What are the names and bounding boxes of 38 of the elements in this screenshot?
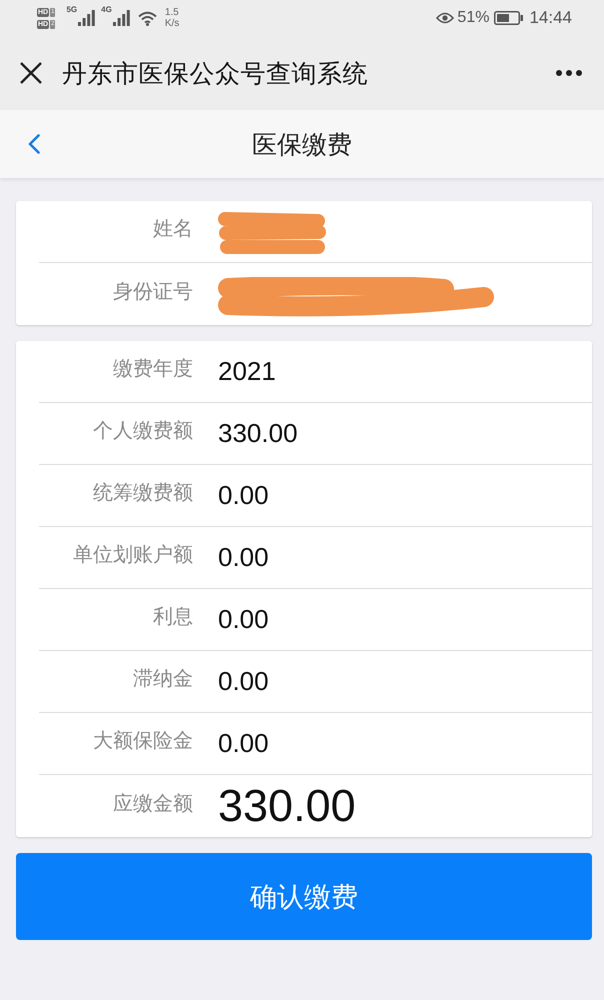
network-speed: 1.5 bbox=[164, 7, 180, 18]
field-value: 330.00 bbox=[218, 418, 298, 449]
window-title: 丹东市医保公众号查询系统 bbox=[62, 58, 369, 90]
eye-icon bbox=[436, 12, 454, 24]
more-icon bbox=[556, 70, 582, 76]
close-button[interactable] bbox=[20, 62, 42, 84]
field-value: 0.00 bbox=[218, 728, 269, 759]
field-value: 0.00 bbox=[218, 666, 269, 697]
field-label: 统筹缴费额 bbox=[92, 481, 193, 506]
battery-percent: 51% bbox=[457, 9, 490, 27]
field-label: 大额保险金 bbox=[92, 729, 193, 754]
field-label: 单位划账户额 bbox=[72, 543, 193, 568]
close-icon bbox=[20, 62, 42, 84]
network-type-label: 4G bbox=[101, 6, 112, 14]
total-amount: 330.00 bbox=[218, 780, 356, 832]
network-type-label: 5G bbox=[66, 6, 78, 14]
field-value: 0.00 bbox=[218, 480, 269, 511]
page-title: 医保缴费 bbox=[252, 130, 352, 160]
field-label: 滞纳金 bbox=[132, 667, 193, 692]
field-value: 0.00 bbox=[218, 604, 269, 635]
confirm-payment-button[interactable]: 确认缴费 bbox=[16, 853, 592, 940]
field-label: 姓名 bbox=[152, 217, 193, 242]
field-label: 身份证号 bbox=[112, 280, 193, 304]
clock-time: 14:44 bbox=[529, 8, 572, 28]
battery-icon bbox=[494, 11, 524, 25]
field-label: 利息 bbox=[152, 605, 193, 630]
signal-icon bbox=[78, 10, 96, 26]
back-button[interactable] bbox=[28, 134, 40, 154]
field-value: 0.00 bbox=[218, 542, 269, 573]
network-speed-unit: K/s bbox=[164, 18, 180, 29]
more-button[interactable] bbox=[556, 70, 582, 76]
back-chevron-icon bbox=[28, 134, 40, 154]
field-label: 应缴金额 bbox=[112, 792, 193, 816]
field-value: 2021 bbox=[218, 356, 276, 387]
wifi-icon bbox=[138, 10, 157, 26]
field-label: 个人缴费额 bbox=[92, 419, 193, 444]
signal-icon bbox=[112, 10, 130, 26]
field-label: 缴费年度 bbox=[112, 357, 193, 382]
